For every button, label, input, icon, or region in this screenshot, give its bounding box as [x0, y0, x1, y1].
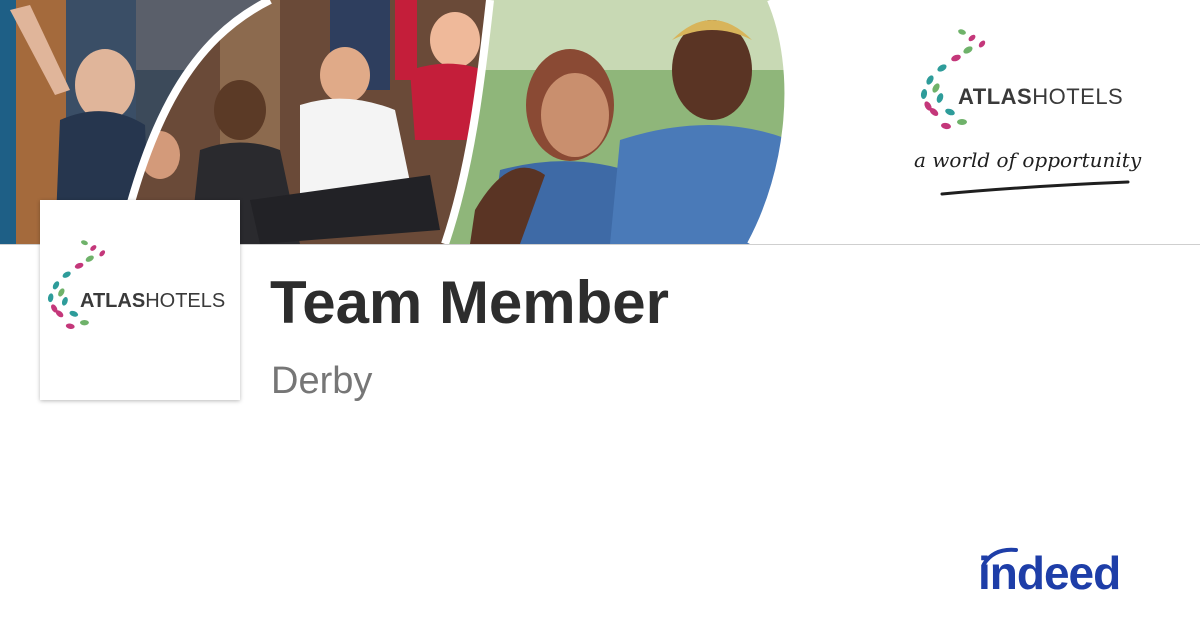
- tagline-underline-stroke: [940, 180, 1130, 196]
- job-location: Derby: [271, 360, 373, 402]
- brand-name-bold: ATLAS: [80, 290, 146, 312]
- atlas-swirl-icon: [920, 29, 986, 130]
- brand-name-regular: HOTELS: [145, 290, 226, 312]
- indeed-logo[interactable]: indeed: [978, 546, 1163, 602]
- indeed-wordmark: indeed: [978, 547, 1121, 599]
- banner-brand-name: ATLASHOTELS: [958, 84, 1123, 110]
- job-title: Team Member: [270, 269, 670, 336]
- banner-brand-tagline: a world of opportunity: [914, 148, 1142, 172]
- photo-right-staff: [445, 0, 788, 244]
- atlas-swirl-icon: [47, 240, 106, 329]
- brand-name-regular: HOTELS: [1032, 84, 1124, 109]
- brand-name-bold: ATLAS: [958, 84, 1033, 109]
- logo-card-brand-name: ATLASHOTELS: [80, 290, 225, 313]
- banner-atlas-hotels-logo: ATLASHOTELS a world of opportunity: [900, 28, 1150, 218]
- company-logo-card[interactable]: ATLASHOTELS: [40, 200, 240, 400]
